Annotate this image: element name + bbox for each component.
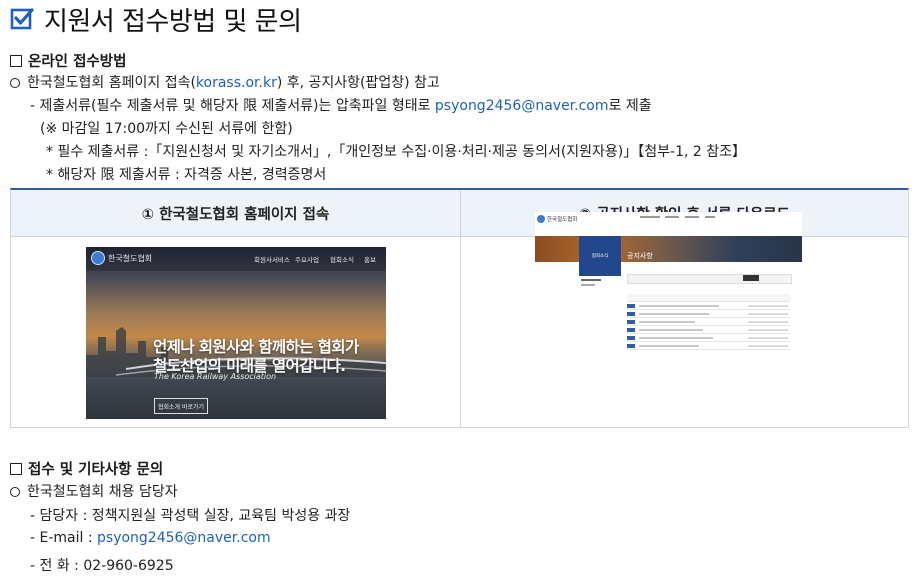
homepage-menu-item: 홍보 <box>364 256 376 264</box>
checkbox-checked-icon <box>10 7 34 31</box>
notice-logo-text: 한국철도협회 <box>547 217 578 223</box>
contact-heading: 접수 및 기타사항 문의 <box>10 458 163 479</box>
homepage-subtitle: The Korea Railway Association <box>154 372 277 381</box>
contact-line1: 한국철도협회 채용 담당자 <box>10 481 178 501</box>
notice-menu-item <box>665 216 679 218</box>
homepage-menu-item: 주요사업 <box>295 256 319 264</box>
contact-line4: - 전 화 : 02-960-6925 <box>30 558 174 574</box>
homepage-logo-text: 한국철도협회 <box>108 254 153 263</box>
online-line2: - 제출서류(필수 제출서류 및 해당자 限 제출서류)는 압축파일 형태로 p… <box>30 95 652 115</box>
table-row <box>627 334 790 342</box>
square-icon <box>10 462 22 475</box>
notice-search-bar <box>627 274 792 284</box>
logo-icon <box>537 215 545 223</box>
column-divider <box>460 190 461 427</box>
table-row <box>627 310 790 318</box>
online-line1-pre: 한국철도협회 홈페이지 접속( <box>27 75 196 91</box>
about-button: 협회소개 바로가기 <box>154 398 208 414</box>
online-line1: 한국철도협회 홈페이지 접속(korass.or.kr) 후, 공지사항(팝업창… <box>10 72 440 92</box>
steps-table: ① 한국철도협회 홈페이지 접속 ② 공지사항 확인 후 서류 다운로드 한국철… <box>10 188 909 428</box>
step1-header: ① 한국철도협회 홈페이지 접속 <box>141 206 330 223</box>
contact-email-link[interactable]: psyong2456@naver.com <box>97 530 271 546</box>
table-row <box>627 302 790 310</box>
online-line3: (※ 마감일 17:00까지 수신된 서류에 한함) <box>40 121 293 137</box>
page-title: 지원서 접수방법 및 문의 <box>10 2 302 37</box>
notice-menu-item <box>685 216 699 218</box>
online-line2-pre: - 제출서류(필수 제출서류 및 해당자 限 제출서류)는 압축파일 형태로 <box>30 98 435 114</box>
homepage-menu-item: 협회소식 <box>330 256 354 264</box>
online-line4: * 필수 제출서류 :「지원신청서 및 자기소개서」,「개인정보 수집·이용·처… <box>46 144 747 160</box>
online-line2-post: 로 제출 <box>608 98 652 114</box>
online-heading-text: 온라인 접수방법 <box>28 54 127 70</box>
square-icon <box>10 54 22 67</box>
korass-link[interactable]: korass.or.kr <box>196 75 277 91</box>
page-title-text: 지원서 접수방법 및 문의 <box>44 6 302 37</box>
notice-side-menu <box>579 276 621 288</box>
online-heading: 온라인 접수방법 <box>10 50 126 71</box>
contact-line3: - E-mail : psyong2456@naver.com <box>30 530 271 546</box>
homepage-screenshot: 한국철도협회 회원사서비스 주요사업 협회소식 홍보 언제나 회원사와 함께하는… <box>86 247 386 419</box>
circle-bullet-icon <box>10 487 20 497</box>
table-row <box>627 318 790 326</box>
contact-heading-text: 접수 및 기타사항 문의 <box>28 462 164 478</box>
contact-line1-text: 한국철도협회 채용 담당자 <box>27 484 178 500</box>
online-line1-post: ) 후, 공지사항(팝업창) 참고 <box>276 75 440 91</box>
table-row <box>627 342 790 350</box>
notice-page-title: 공지사항 <box>627 252 653 260</box>
logo-icon <box>91 251 105 265</box>
notice-menu-item <box>640 216 660 218</box>
email-link[interactable]: psyong2456@naver.com <box>435 98 609 114</box>
homepage-menu-item: 회원사서비스 <box>254 256 290 264</box>
contact-line2: - 담당자 : 정책지원실 곽성택 실장, 교육팀 박성용 과장 <box>30 508 351 524</box>
table-row <box>627 294 790 302</box>
online-line5: * 해당자 限 제출서류 : 자격증 사본, 경력증명서 <box>46 167 327 183</box>
notice-hero-banner <box>535 236 802 262</box>
notice-search-button <box>743 275 759 281</box>
contact-line3-pre: - E-mail : <box>30 530 98 546</box>
circle-bullet-icon <box>10 78 20 88</box>
notice-menu-item <box>705 216 715 218</box>
notice-side-title: 협회소식 <box>579 236 621 276</box>
notice-page-screenshot: 한국철도협회 협회소식 공지사항 <box>535 212 802 398</box>
table-row <box>627 326 790 334</box>
